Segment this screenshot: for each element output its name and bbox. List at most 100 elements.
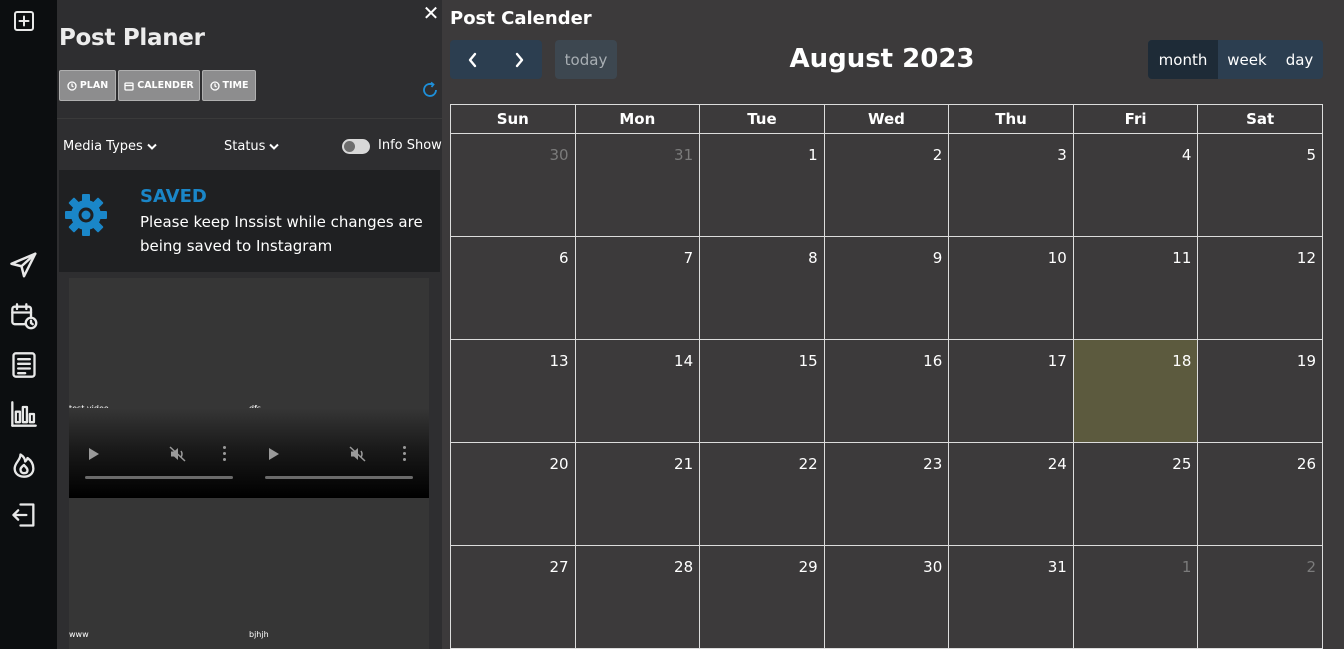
tab-calender[interactable]: CALENDER (118, 70, 200, 101)
day-cell[interactable]: 12 (1197, 236, 1323, 340)
tab-calender-label: CALENDER (137, 80, 194, 91)
fire-icon[interactable] (8, 449, 40, 481)
day-cell[interactable]: 19 (1197, 339, 1323, 443)
status-dropdown[interactable]: Status (224, 139, 280, 154)
tab-time[interactable]: TIME (202, 70, 256, 101)
day-cell[interactable]: 31 (574, 133, 701, 237)
status-label: Status (224, 139, 266, 154)
month-grid-body: 30 31 1 2 3 4 5 6 7 8 9 10 11 12 13 14 15 16 17 18 19 20 21 22 2… (450, 133, 1323, 649)
day-cell[interactable]: 17 (948, 339, 1074, 443)
mute-icon[interactable] (349, 446, 367, 462)
calendar-icon (124, 81, 134, 91)
view-week-button[interactable]: week (1218, 40, 1276, 79)
media-types-dropdown[interactable]: Media Types (63, 139, 157, 154)
weekday-header: Wed (823, 104, 950, 134)
week-row: 30 31 1 2 3 4 5 (450, 133, 1323, 237)
day-cell[interactable]: 14 (574, 339, 701, 443)
weekday-header: Mon (574, 104, 701, 134)
add-icon[interactable] (8, 5, 40, 37)
day-cell[interactable]: 8 (699, 236, 825, 340)
day-cell[interactable]: 5 (1197, 133, 1323, 237)
video-player (69, 408, 249, 498)
day-cell[interactable]: 25 (1072, 442, 1199, 546)
media-caption: www (69, 630, 89, 639)
more-options-icon[interactable] (223, 446, 227, 462)
week-row: 6 7 8 9 10 11 12 (450, 236, 1323, 340)
video-player (249, 408, 429, 498)
day-cell[interactable]: 9 (823, 236, 950, 340)
media-card[interactable]: www (69, 628, 249, 649)
send-icon[interactable] (8, 249, 40, 281)
planner-title: Post Planer (59, 25, 205, 51)
refresh-icon[interactable] (420, 80, 440, 100)
media-card[interactable]: bjhjh (249, 628, 429, 649)
day-cell[interactable]: 13 (450, 339, 576, 443)
day-cell[interactable]: 22 (699, 442, 825, 546)
mute-icon[interactable] (169, 446, 187, 462)
day-cell[interactable]: 29 (699, 545, 825, 649)
icon-rail (0, 0, 57, 649)
weekday-header: Sun (450, 104, 576, 134)
tab-plan-label: PLAN (79, 80, 109, 91)
day-cell[interactable]: 4 (1072, 133, 1199, 237)
calendar-clock-icon[interactable] (8, 300, 40, 332)
saved-title: SAVED (140, 186, 207, 207)
info-show-label: Info Show (378, 138, 442, 153)
day-cell[interactable]: 2 (1197, 545, 1323, 649)
media-card[interactable]: dfs (249, 278, 429, 498)
day-cell[interactable]: 28 (574, 545, 701, 649)
chevron-down-icon (269, 143, 280, 150)
day-cell[interactable]: 31 (948, 545, 1074, 649)
day-cell[interactable]: 30 (450, 133, 576, 237)
day-cell[interactable]: 20 (450, 442, 576, 546)
day-cell[interactable]: 6 (450, 236, 576, 340)
logout-icon[interactable] (8, 499, 40, 531)
view-switcher: month week day (1148, 40, 1323, 79)
day-cell[interactable]: 16 (823, 339, 950, 443)
saved-notice: SAVED Please keep Inssist while changes … (59, 170, 440, 272)
clock-icon (67, 80, 77, 91)
weekday-header: Thu (948, 104, 1074, 134)
day-cell[interactable]: 11 (1072, 236, 1199, 340)
weekday-header: Tue (699, 104, 825, 134)
day-cell[interactable]: 15 (699, 339, 825, 443)
play-icon[interactable] (89, 448, 99, 460)
view-month-button[interactable]: month (1148, 40, 1218, 79)
divider (57, 118, 442, 119)
gear-icon (65, 194, 107, 236)
document-icon[interactable] (8, 349, 40, 381)
calendar-section: Post Calender today August 2023 month we… (442, 0, 1344, 649)
day-cell[interactable]: 3 (948, 133, 1074, 237)
day-cell[interactable]: 7 (574, 236, 701, 340)
media-caption: bjhjh (249, 630, 269, 639)
day-cell[interactable]: 27 (450, 545, 576, 649)
day-cell[interactable]: 24 (948, 442, 1074, 546)
tab-plan[interactable]: PLAN (59, 70, 116, 101)
saved-message: Please keep Inssist while changes are be… (140, 213, 423, 255)
video-progress-bar[interactable] (265, 476, 413, 479)
close-icon[interactable]: ✕ (421, 4, 441, 24)
day-cell[interactable]: 1 (1072, 545, 1199, 649)
info-show-toggle[interactable] (342, 139, 370, 154)
day-cell[interactable]: 23 (823, 442, 950, 546)
view-day-button[interactable]: day (1276, 40, 1323, 79)
day-cell[interactable]: 1 (699, 133, 825, 237)
calendar-page-title: Post Calender (450, 8, 592, 29)
weekday-header-row: Sun Mon Tue Wed Thu Fri Sat (450, 104, 1323, 134)
chevron-down-icon (147, 143, 157, 150)
media-card[interactable]: test video (69, 278, 249, 498)
analytics-icon[interactable] (8, 398, 40, 430)
play-icon[interactable] (269, 448, 279, 460)
day-cell[interactable]: 30 (823, 545, 950, 649)
tab-time-label: TIME (222, 80, 249, 91)
week-row: 20 21 22 23 24 25 26 (450, 442, 1323, 546)
more-options-icon[interactable] (403, 446, 407, 462)
day-cell[interactable]: 10 (948, 236, 1074, 340)
day-cell-today[interactable]: 18 (1072, 339, 1199, 443)
weekday-header: Fri (1072, 104, 1199, 134)
day-cell[interactable]: 2 (823, 133, 950, 237)
day-cell[interactable]: 26 (1197, 442, 1323, 546)
video-progress-bar[interactable] (85, 476, 233, 479)
day-cell[interactable]: 21 (574, 442, 701, 546)
weekday-header: Sat (1197, 104, 1323, 134)
